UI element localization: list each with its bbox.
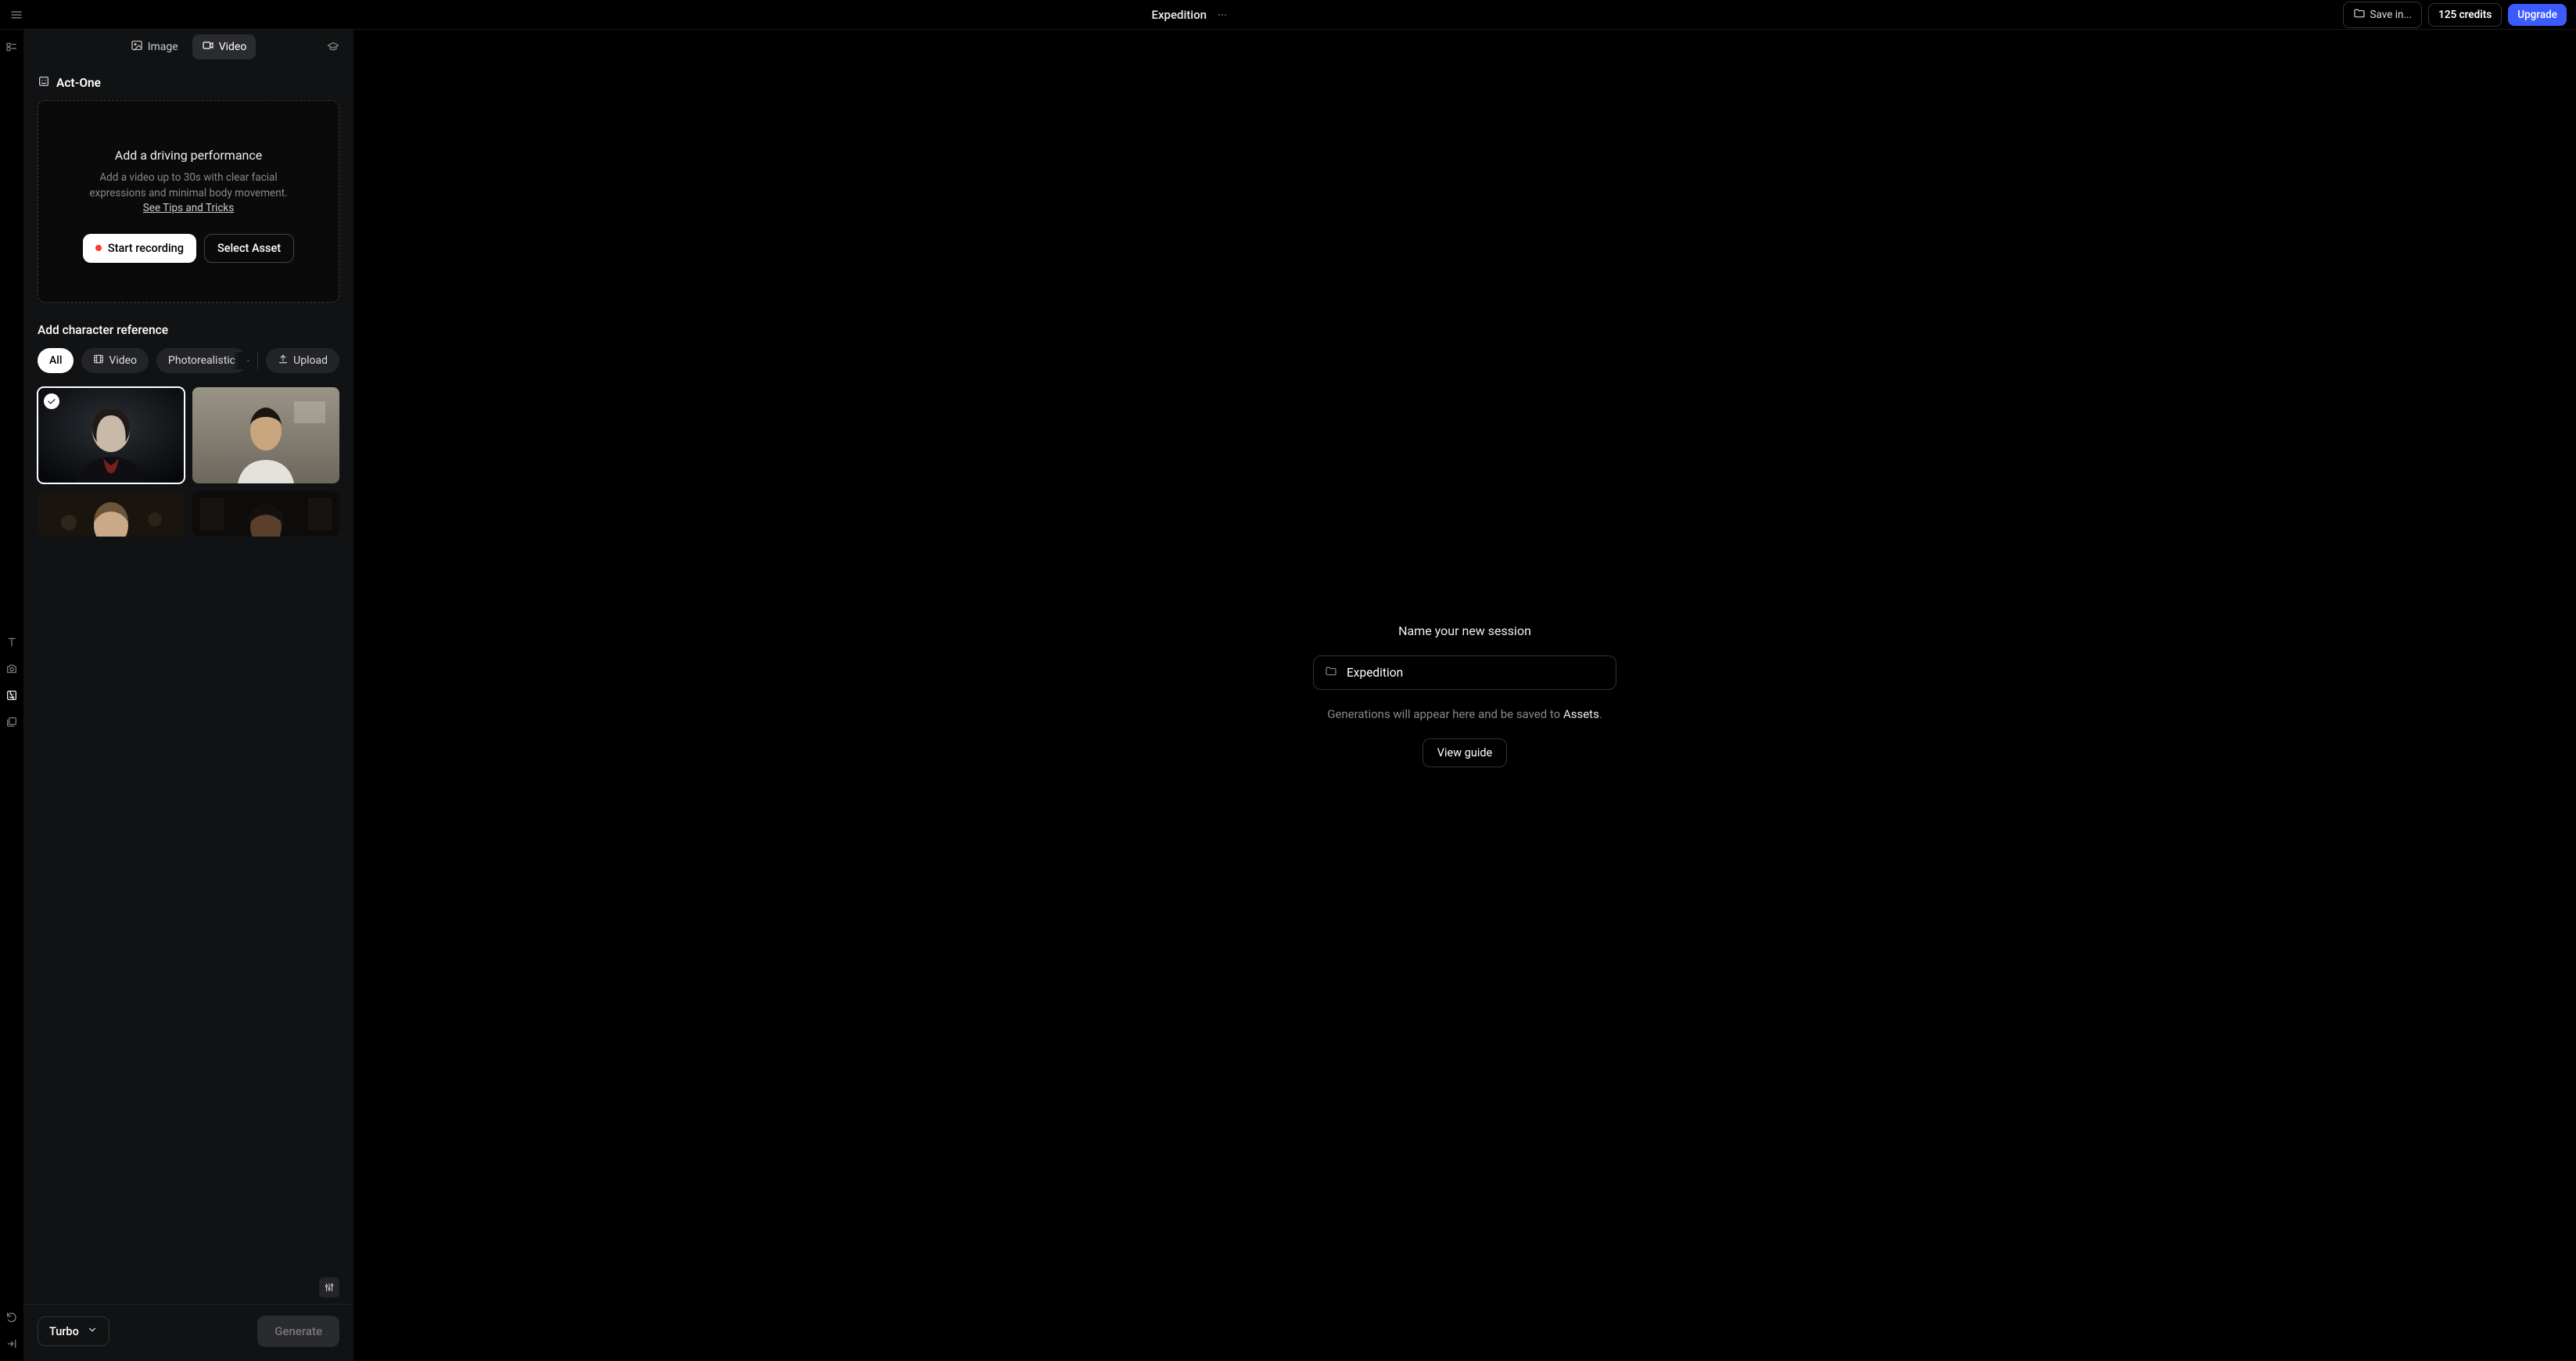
character-thumb-4[interactable] — [192, 491, 339, 537]
character-reference-title: Add character reference — [38, 323, 339, 337]
generate-label: Generate — [274, 1324, 322, 1338]
upgrade-label: Upgrade — [2517, 9, 2557, 21]
record-dot-icon — [95, 245, 102, 251]
chip-video[interactable]: Video — [81, 348, 149, 373]
actone-tool-icon[interactable] — [5, 689, 18, 702]
character-thumb-3[interactable] — [38, 491, 185, 537]
select-asset-label: Select Asset — [217, 242, 281, 255]
layers-tool-icon[interactable] — [5, 716, 18, 728]
camera-tool-icon[interactable] — [5, 663, 18, 675]
film-icon — [93, 354, 104, 368]
actone-title: Act-One — [56, 76, 101, 90]
generate-button[interactable]: Generate — [257, 1316, 339, 1347]
education-icon[interactable] — [327, 41, 339, 53]
character-thumb-2[interactable] — [192, 387, 339, 483]
upgrade-button[interactable]: Upgrade — [2508, 4, 2567, 26]
scroll-fade — [23, 1243, 353, 1274]
view-guide-button[interactable]: View guide — [1423, 738, 1507, 767]
folder-icon — [2353, 7, 2366, 23]
image-icon — [131, 39, 143, 55]
folder-icon — [1325, 665, 1337, 680]
session-name-field[interactable] — [1313, 655, 1616, 690]
select-asset-button[interactable]: Select Asset — [204, 234, 294, 263]
save-in-button[interactable]: Save in... — [2343, 2, 2423, 28]
tips-link[interactable]: See Tips and Tricks — [143, 202, 234, 214]
character-thumb-1[interactable] — [38, 387, 185, 483]
dropzone-description: Add a video up to 30s with clear facial … — [71, 171, 306, 217]
credits-label: 125 credits — [2438, 9, 2492, 21]
undo-icon[interactable] — [5, 1311, 18, 1323]
mode-image-tab[interactable]: Image — [121, 34, 188, 59]
start-recording-label: Start recording — [108, 242, 184, 255]
project-more-icon[interactable] — [1213, 7, 1232, 23]
view-guide-label: View guide — [1437, 746, 1492, 760]
mode-video-label: Video — [219, 41, 247, 53]
chip-divider — [257, 352, 258, 369]
start-recording-button[interactable]: Start recording — [83, 234, 196, 263]
dropzone-title: Add a driving performance — [115, 148, 262, 163]
chip-upload[interactable]: Upload — [266, 348, 339, 373]
chevron-down-icon — [87, 1324, 98, 1338]
upload-icon — [278, 354, 289, 368]
model-label: Turbo — [49, 1325, 79, 1338]
chip-all[interactable]: All — [38, 348, 74, 373]
hamburger-menu-icon[interactable] — [9, 8, 23, 22]
video-icon — [202, 39, 214, 55]
canvas-title: Name your new session — [1398, 623, 1531, 638]
credits-button[interactable]: 125 credits — [2428, 3, 2502, 27]
canvas-hint: Generations will appear here and be save… — [1327, 707, 1602, 721]
selected-check-icon — [44, 393, 59, 409]
mode-video-tab[interactable]: Video — [192, 34, 257, 59]
actone-icon — [38, 75, 50, 91]
driving-performance-dropzone[interactable]: Add a driving performance Add a video up… — [38, 100, 339, 303]
mode-image-label: Image — [148, 41, 178, 53]
session-name-input[interactable] — [1347, 666, 1605, 680]
chip-scroll-right-icon[interactable] — [232, 352, 249, 369]
panel-toggle-icon[interactable] — [5, 41, 18, 53]
panel-settings-button[interactable] — [319, 1277, 339, 1298]
model-selector-button[interactable]: Turbo — [38, 1316, 109, 1346]
save-in-label: Save in... — [2370, 9, 2413, 21]
text-tool-icon[interactable] — [5, 636, 18, 648]
project-title: Expedition — [1152, 8, 1207, 22]
collapse-panel-icon[interactable] — [5, 1338, 18, 1350]
